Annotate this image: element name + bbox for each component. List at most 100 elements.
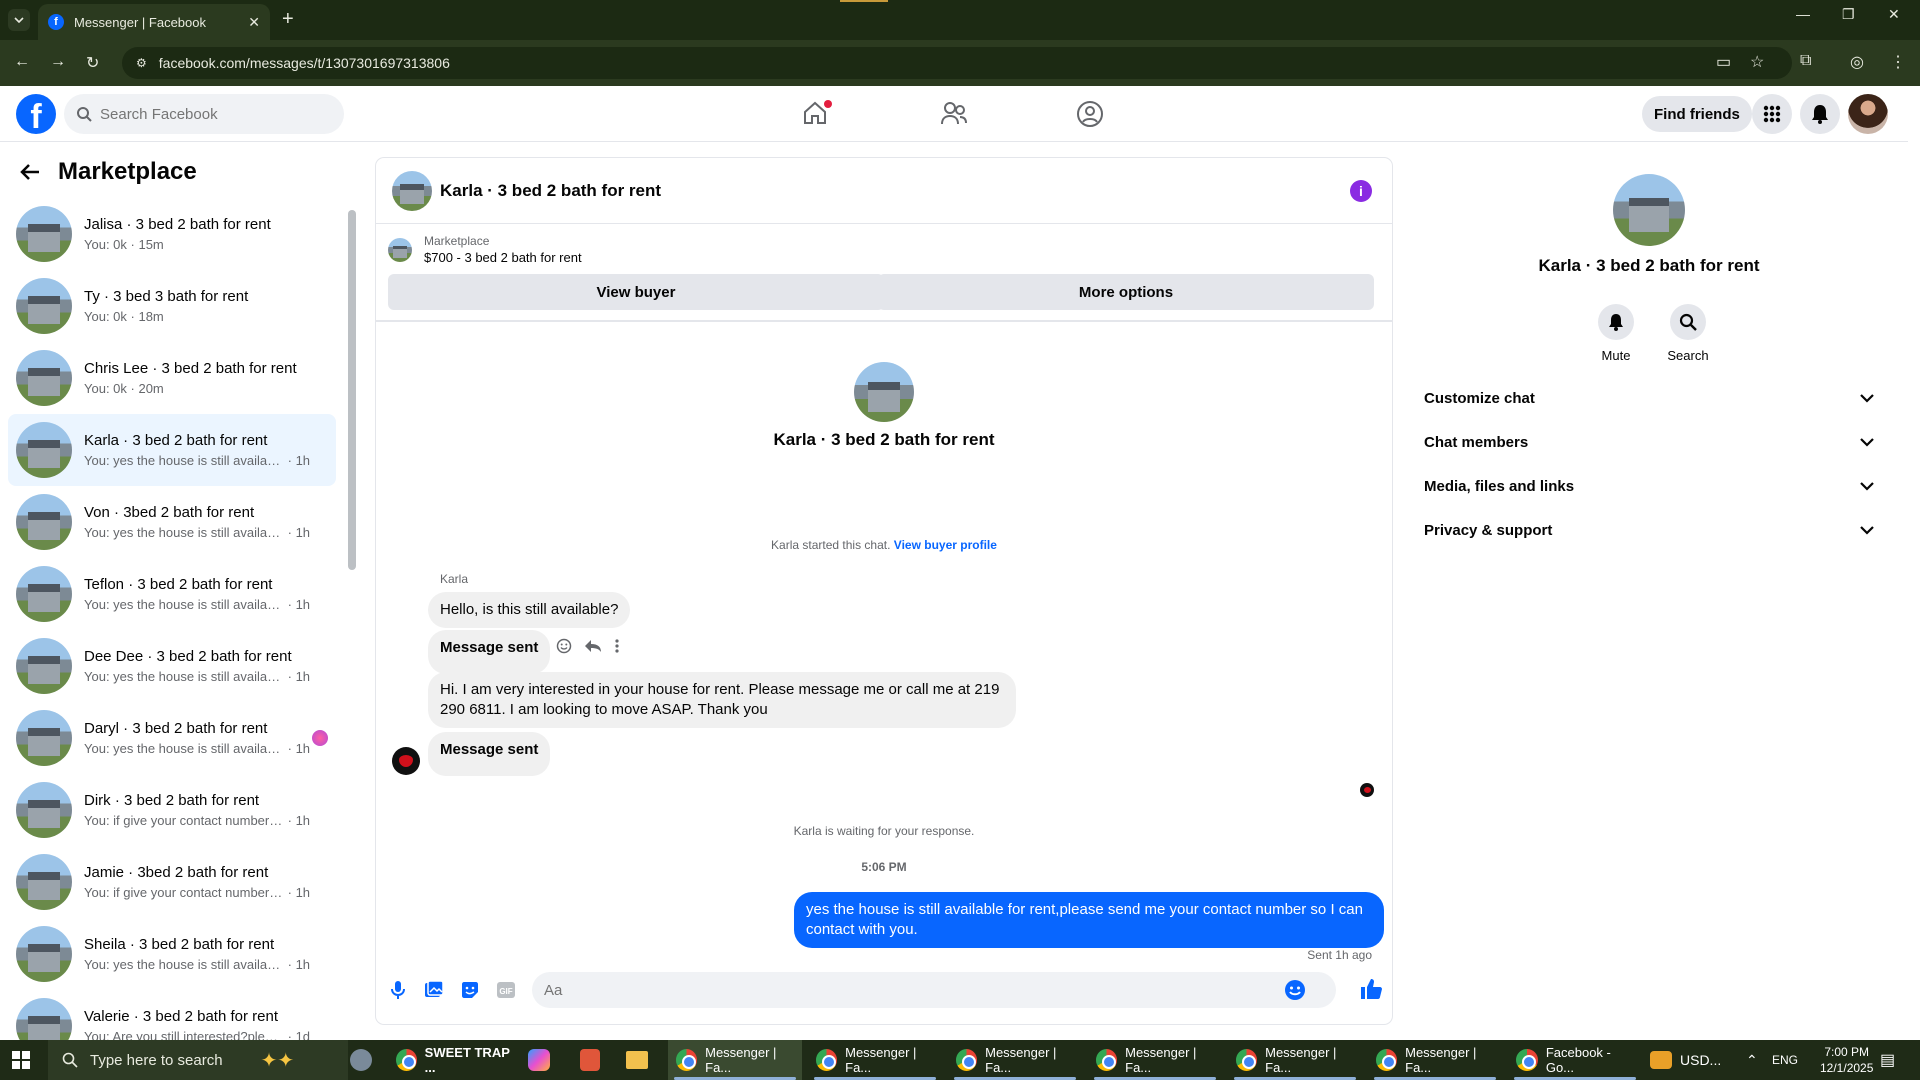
photo-icon[interactable]	[424, 980, 444, 1000]
site-info-icon[interactable]: ⚙	[136, 56, 147, 70]
chat-title[interactable]: Karla · 3 bed 2 bath for rent	[440, 181, 661, 201]
taskbar-app-messenger[interactable]: Messenger | Fa...	[1368, 1040, 1502, 1080]
menu-grid-icon[interactable]	[1752, 94, 1792, 134]
install-app-icon[interactable]: ▭	[1716, 52, 1731, 72]
incoming-message[interactable]: Hi. I am very interested in your house f…	[428, 672, 1016, 728]
new-tab-button[interactable]: +	[282, 8, 294, 31]
facebook-search-box[interactable]	[64, 94, 344, 134]
copilot-sparkle-icon[interactable]: ✦✦	[261, 1048, 295, 1073]
account-avatar[interactable]	[1848, 94, 1888, 134]
conversation-item[interactable]: Dirk · 3 bed 2 bath for rent You: if giv…	[8, 774, 336, 846]
notifications-icon[interactable]: ▤	[1880, 1040, 1895, 1080]
thumbs-up-icon[interactable]	[1360, 978, 1382, 1000]
currency-widget[interactable]: USD...	[1650, 1040, 1721, 1080]
copilot-app-icon[interactable]	[528, 1040, 558, 1080]
sender-avatar[interactable]	[392, 747, 420, 775]
forward-icon[interactable]: →	[50, 53, 66, 71]
facebook-logo-icon[interactable]: f	[16, 94, 56, 134]
sticker-icon[interactable]	[460, 980, 480, 1000]
conversations-scrollbar[interactable]	[348, 210, 356, 570]
privacy-support-section[interactable]: Privacy & support	[1424, 516, 1874, 544]
view-buyer-button[interactable]: View buyer	[388, 274, 884, 310]
more-options-button[interactable]: More options	[878, 274, 1374, 310]
back-arrow-icon[interactable]	[20, 163, 40, 181]
address-bar[interactable]: ⚙ facebook.com/messages/t/13073016973138…	[122, 47, 1792, 79]
close-window-button[interactable]: ✕	[1888, 6, 1900, 23]
incoming-message[interactable]: Hello, is this still available?	[428, 592, 631, 628]
gif-icon[interactable]: GIF	[496, 980, 516, 1000]
clock-time: 7:00 PM	[1824, 1045, 1870, 1059]
search-in-chat-button[interactable]: Search	[1658, 304, 1718, 363]
incoming-message[interactable]: Message sent	[428, 732, 551, 776]
info-icon[interactable]: i	[1350, 180, 1372, 202]
tab-search-button[interactable]	[8, 9, 30, 31]
customize-chat-section[interactable]: Customize chat	[1424, 384, 1874, 412]
conversation-item[interactable]: Jamie · 3bed 2 bath for rent You: if giv…	[8, 846, 336, 918]
conversation-item[interactable]: Daryl · 3 bed 2 bath for rent You: yes t…	[8, 702, 336, 774]
groups-icon[interactable]	[1076, 100, 1104, 128]
language-indicator[interactable]: ENG	[1772, 1040, 1798, 1080]
chat-header: Karla · 3 bed 2 bath for rent i	[376, 158, 1392, 224]
clock[interactable]: 7:00 PM 12/1/2025	[1820, 1044, 1873, 1076]
extensions-icon[interactable]: ⧉	[1800, 52, 1811, 70]
browser-menu-icon[interactable]: ⋮	[1890, 52, 1906, 72]
conversation-preview: You: Are you still interested?please ...	[84, 1029, 284, 1040]
browser-tab-messenger[interactable]: f Messenger | Facebook ✕	[38, 4, 270, 40]
conversation-item[interactable]: Jalisa · 3 bed 2 bath for rent You: 0k ·…	[8, 198, 336, 270]
restore-button[interactable]: ❐	[1842, 6, 1855, 23]
reload-icon[interactable]: ↻	[86, 53, 99, 73]
taskbar-app-messenger[interactable]: Messenger | Fa...	[1228, 1040, 1362, 1080]
bell-icon[interactable]	[1800, 94, 1840, 134]
conversation-time: · 1h	[287, 957, 311, 972]
reply-icon[interactable]	[584, 638, 602, 654]
back-icon[interactable]: ←	[14, 53, 30, 71]
conversation-item[interactable]: Valerie · 3 bed 2 bath for rent You: Are…	[8, 990, 336, 1040]
conversation-item[interactable]: Chris Lee · 3 bed 2 bath for rent You: 0…	[8, 342, 336, 414]
minimize-button[interactable]: —	[1796, 6, 1810, 22]
conversation-item-active[interactable]: Karla · 3 bed 2 bath for rent You: yes t…	[8, 414, 336, 486]
conversation-item[interactable]: Dee Dee · 3 bed 2 bath for rent You: yes…	[8, 630, 336, 702]
media-files-links-section[interactable]: Media, files and links	[1424, 472, 1874, 500]
taskbar-app-messenger[interactable]: Messenger | Fa...	[1088, 1040, 1222, 1080]
marketplace-label: Marketplace	[424, 234, 490, 248]
tray-chevron-icon[interactable]: ⌃	[1746, 1040, 1758, 1080]
conversation-name: Jalisa · 3 bed 2 bath for rent	[84, 216, 271, 233]
emoji-icon[interactable]	[1284, 979, 1306, 1001]
friends-icon[interactable]	[940, 100, 968, 126]
microphone-icon[interactable]	[390, 980, 406, 1000]
view-buyer-profile-link[interactable]: View buyer profile	[894, 538, 997, 552]
incoming-message[interactable]: Message sent	[428, 630, 551, 674]
more-actions-icon[interactable]	[614, 638, 620, 654]
marketplace-listing[interactable]: Marketplace $700 - 3 bed 2 bath for rent	[388, 234, 582, 265]
find-friends-button[interactable]: Find friends	[1642, 96, 1752, 132]
facebook-search-input[interactable]	[100, 105, 320, 123]
file-explorer-icon[interactable]	[626, 1040, 656, 1080]
message-input[interactable]	[544, 981, 1284, 999]
close-tab-icon[interactable]: ✕	[248, 14, 260, 31]
react-emoji-icon[interactable]	[556, 638, 572, 654]
taskbar-app-messenger[interactable]: Messenger | Fa...	[808, 1040, 942, 1080]
taskbar-app-facebook-chrome[interactable]: Facebook - Go...	[1508, 1040, 1642, 1080]
taskbar-app-messenger[interactable]: Messenger | Fa...	[668, 1040, 802, 1080]
taskbar-app-sweet-trap[interactable]: SWEET TRAP ...	[392, 1040, 518, 1080]
taskbar-search[interactable]: Type here to search ✦✦	[48, 1040, 348, 1080]
conversation-item[interactable]: Von · 3bed 2 bath for rent You: yes the …	[8, 486, 336, 558]
conversation-item[interactable]: Ty · 3 bed 3 bath for rent You: 0k · 18m	[8, 270, 336, 342]
listing-thumbnail	[16, 638, 72, 694]
message-input-box[interactable]	[532, 972, 1336, 1008]
bookmark-star-icon[interactable]: ☆	[1750, 52, 1764, 72]
profile-icon[interactable]: ◎	[1850, 52, 1864, 72]
game-app-icon[interactable]	[350, 1040, 380, 1080]
conversation-item[interactable]: Sheila · 3 bed 2 bath for rent You: yes …	[8, 918, 336, 990]
conversation-item[interactable]: Teflon · 3 bed 2 bath for rent You: yes …	[8, 558, 336, 630]
mute-button[interactable]: Mute	[1586, 304, 1646, 363]
taskbar-app-messenger[interactable]: Messenger | Fa...	[948, 1040, 1082, 1080]
conversation-time: · 1h	[287, 813, 311, 828]
outgoing-message[interactable]: yes the house is still available for ren…	[794, 892, 1384, 948]
page-scrollbar[interactable]	[1908, 86, 1920, 1040]
chat-thumbnail[interactable]	[392, 170, 432, 211]
windows-start-icon[interactable]	[12, 1051, 30, 1069]
message-composer: GIF	[376, 970, 1392, 1010]
bluetooth-app-icon[interactable]	[580, 1040, 610, 1080]
chat-members-section[interactable]: Chat members	[1424, 428, 1874, 456]
